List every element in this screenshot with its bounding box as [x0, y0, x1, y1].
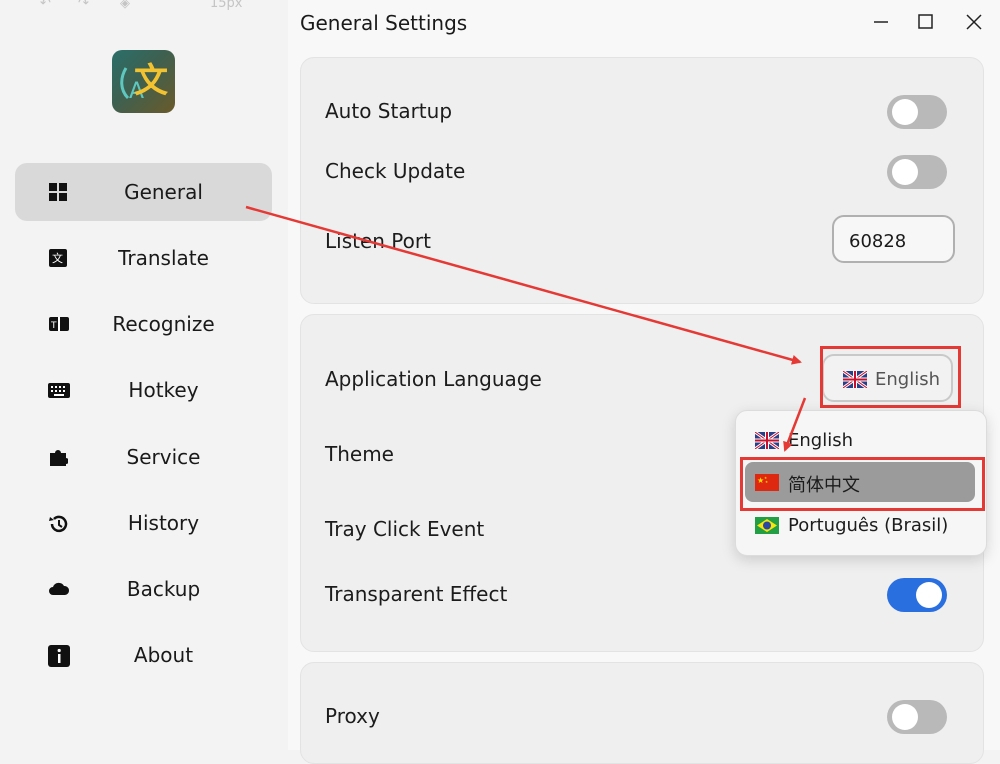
annotation-arrow-to-language-select	[245, 205, 802, 365]
annotation-arrow-to-chinese-option	[783, 397, 807, 452]
annotation-arrows	[245, 205, 807, 452]
